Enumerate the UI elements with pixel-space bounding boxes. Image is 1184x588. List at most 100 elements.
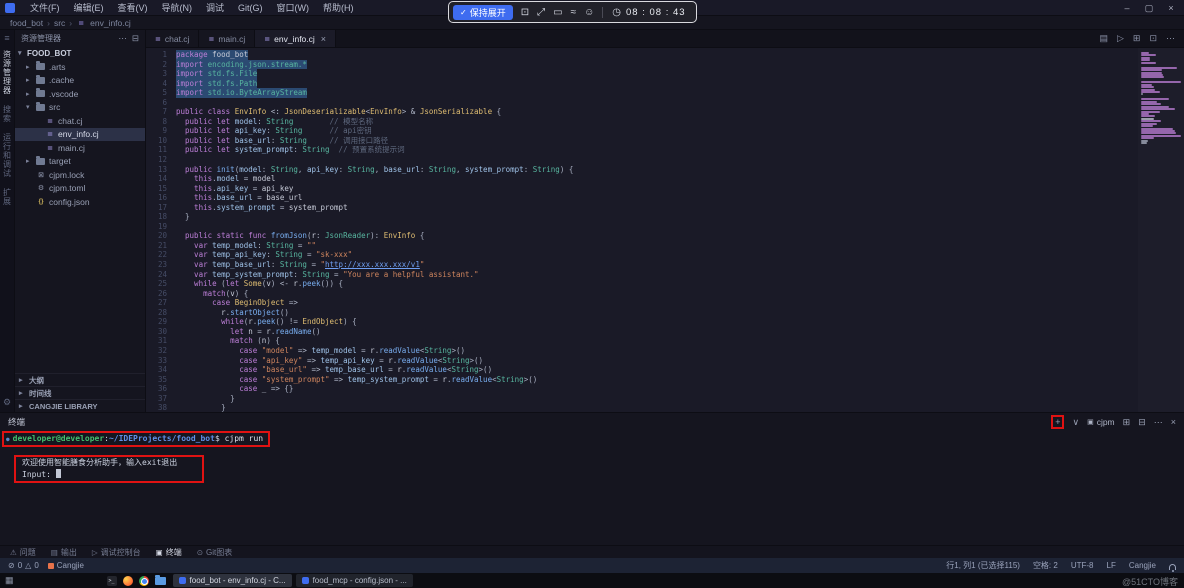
tree-item-src[interactable]: ▾src bbox=[15, 101, 145, 115]
menu-Git(G)[interactable]: Git(G) bbox=[231, 3, 270, 13]
code-text: var temp_api_key: String = "sk-xxx" bbox=[176, 250, 352, 260]
terminal-prompt-user: developer@developer bbox=[13, 434, 105, 443]
breadcrumb-segment[interactable]: src bbox=[54, 18, 65, 28]
panel-tab-调试控制台[interactable]: ▷调试控制台 bbox=[92, 547, 141, 558]
menu-调试[interactable]: 调试 bbox=[199, 1, 231, 14]
app-icon bbox=[179, 577, 186, 584]
maximize-button[interactable]: ▢ bbox=[1138, 0, 1160, 16]
cj-file-icon: ≣ bbox=[208, 35, 214, 43]
more-actions-icon[interactable]: ⋯ bbox=[1166, 33, 1175, 44]
tree-item-main.cj[interactable]: ≣main.cj bbox=[15, 141, 145, 155]
tree-item-env_info.cj[interactable]: ≣env_info.cj bbox=[15, 128, 145, 142]
menu-窗口(W)[interactable]: 窗口(W) bbox=[270, 1, 317, 14]
tree-item-chat.cj[interactable]: ≣chat.cj bbox=[15, 114, 145, 128]
problems-status[interactable]: ⊘0 △0 bbox=[8, 561, 39, 570]
split-editor-icon[interactable]: ⊞ bbox=[1133, 33, 1141, 44]
status-item-3[interactable]: LF bbox=[1107, 561, 1116, 570]
show-apps-icon[interactable]: ▦ bbox=[5, 575, 14, 586]
tree-item-cjpm.toml[interactable]: ⚙cjpm.toml bbox=[15, 182, 145, 196]
collapse-folders-icon[interactable]: ⊟ bbox=[132, 33, 139, 44]
activity-tab-扩展[interactable]: 扩展 bbox=[2, 188, 13, 206]
code-text: this.api_key = api_key bbox=[176, 184, 293, 194]
section-时间线[interactable]: ▸时间线 bbox=[15, 386, 145, 399]
menu-帮助(H)[interactable]: 帮助(H) bbox=[316, 1, 361, 14]
signal-icon[interactable]: ≈ bbox=[571, 7, 577, 18]
taskbar-window[interactable]: food_bot - env_info.cj - C... bbox=[173, 574, 292, 587]
split-terminal-icon[interactable]: ⊞ bbox=[1123, 417, 1131, 428]
status-item-1[interactable]: 空格: 2 bbox=[1033, 560, 1058, 571]
emoji-icon[interactable]: ☺ bbox=[584, 7, 594, 18]
panel-tab-问题[interactable]: ⚠问题 bbox=[10, 547, 36, 558]
more-icon[interactable]: ⋯ bbox=[1154, 417, 1163, 428]
taskbar-window[interactable]: food_mcp - config.json - ... bbox=[296, 574, 413, 587]
tree-item-.arts[interactable]: ▸.arts bbox=[15, 60, 145, 74]
diff-icon[interactable]: ⊡ bbox=[1149, 33, 1157, 44]
monitor-icon[interactable]: ▭ bbox=[553, 7, 562, 18]
tab-env_info.cj[interactable]: ≣env_info.cj× bbox=[255, 30, 336, 47]
terminal-prompt-path: ~/IDEProjects/food_bot bbox=[109, 434, 215, 443]
breadcrumb-segment[interactable]: food_bot bbox=[10, 18, 43, 28]
new-terminal-icon[interactable]: + bbox=[1055, 417, 1060, 427]
code-editor[interactable]: 1package food_bot2import encoding.json.s… bbox=[146, 48, 1184, 412]
run-icon[interactable]: ▷ bbox=[1117, 33, 1124, 44]
menu-icon[interactable]: ≡ bbox=[4, 33, 9, 43]
panel-tab-Git图表[interactable]: ⊙Git图表 bbox=[197, 547, 233, 558]
tree-item-config.json[interactable]: {}config.json bbox=[15, 195, 145, 209]
tree-item-cjpm.lock[interactable]: ⊠cjpm.lock bbox=[15, 168, 145, 182]
files-app-icon[interactable] bbox=[155, 577, 166, 585]
terminal-app-icon[interactable]: >_ bbox=[107, 576, 117, 586]
settings-gear-icon[interactable]: ⚙ bbox=[3, 397, 11, 408]
activity-tab-资源管理器[interactable]: 资源管理器 bbox=[2, 50, 13, 95]
more-actions-icon[interactable]: ⋯ bbox=[118, 33, 127, 44]
code-text: import std.io.ByteArrayStream bbox=[176, 88, 307, 98]
code-text: public let system_prompt: String // 预置系统… bbox=[176, 145, 405, 155]
tab-main.cj[interactable]: ≣main.cj bbox=[199, 30, 255, 47]
screenshot-icon[interactable]: ⊡ bbox=[521, 7, 529, 18]
minimize-button[interactable]: – bbox=[1116, 0, 1138, 16]
code-line-32: 32 case "model" => temp_model = r.readVa… bbox=[146, 346, 1138, 356]
close-button[interactable]: × bbox=[1160, 0, 1182, 16]
kill-terminal-icon[interactable]: ⊟ bbox=[1138, 417, 1146, 428]
keep-expanded-button[interactable]: ✓ 保持展开 bbox=[453, 5, 513, 20]
section-CANGJIE LIBRARY[interactable]: ▸CANGJIE LIBRARY bbox=[15, 399, 145, 412]
code-text: while (let Some(v) <- r.peek()) { bbox=[176, 279, 343, 289]
menu-查看(V)[interactable]: 查看(V) bbox=[111, 1, 155, 14]
terminal-blank-line bbox=[6, 445, 1184, 457]
chevron-down-icon[interactable]: ∨ bbox=[1072, 417, 1079, 428]
panel-tab-终端[interactable]: ▣终端 bbox=[156, 547, 182, 558]
output-icon: ▤ bbox=[51, 548, 58, 557]
terminal-output[interactable]: ●developer@developer:~/IDEProjects/food_… bbox=[0, 431, 1184, 481]
tab-chat.cj[interactable]: ≣chat.cj bbox=[146, 30, 199, 47]
tree-item-target[interactable]: ▸target bbox=[15, 155, 145, 169]
bell-icon[interactable] bbox=[1169, 564, 1176, 570]
app-icon bbox=[302, 577, 309, 584]
code-line-7: 7public class EnvInfo <: JsonDeserializa… bbox=[146, 107, 1138, 117]
tree-item-.cache[interactable]: ▸.cache bbox=[15, 74, 145, 88]
status-item-0[interactable]: 行1, 列1 (已选择115) bbox=[946, 560, 1020, 571]
code-line-28: 28 r.startObject() bbox=[146, 308, 1138, 318]
code-text: case _ => {} bbox=[176, 384, 293, 394]
panel-tab-输出[interactable]: ▤输出 bbox=[51, 547, 77, 558]
menu-导航(N)[interactable]: 导航(N) bbox=[155, 1, 200, 14]
breadcrumb-segment[interactable]: env_info.cj bbox=[90, 18, 131, 28]
project-root[interactable]: ▾ FOOD_BOT bbox=[15, 46, 145, 60]
chrome-icon[interactable] bbox=[139, 576, 149, 586]
tree-item-.vscode[interactable]: ▸.vscode bbox=[15, 87, 145, 101]
close-panel-icon[interactable]: × bbox=[1171, 417, 1176, 427]
terminal-session-cjpm[interactable]: ▣cjpm bbox=[1087, 417, 1115, 427]
layout-icon[interactable]: ▤ bbox=[1099, 33, 1108, 44]
cangjie-status[interactable]: Cangjie bbox=[48, 561, 84, 570]
code-text: case BeginObject => bbox=[176, 298, 298, 308]
minimap[interactable] bbox=[1138, 48, 1184, 412]
section-大纲[interactable]: ▸大纲 bbox=[15, 373, 145, 386]
activity-tab-搜索[interactable]: 搜索 bbox=[2, 105, 13, 123]
fullscreen-icon[interactable]: ⤢ bbox=[537, 7, 545, 18]
status-item-2[interactable]: UTF-8 bbox=[1071, 561, 1094, 570]
menu-文件(F)[interactable]: 文件(F) bbox=[23, 1, 67, 14]
close-tab-icon[interactable]: × bbox=[321, 34, 326, 44]
status-item-4[interactable]: Cangjie bbox=[1129, 561, 1156, 570]
firefox-icon[interactable] bbox=[123, 576, 133, 586]
activity-tab-运行和调试[interactable]: 运行和调试 bbox=[2, 133, 13, 178]
menu-编辑(E)[interactable]: 编辑(E) bbox=[67, 1, 111, 14]
code-text: r.startObject() bbox=[176, 308, 289, 318]
